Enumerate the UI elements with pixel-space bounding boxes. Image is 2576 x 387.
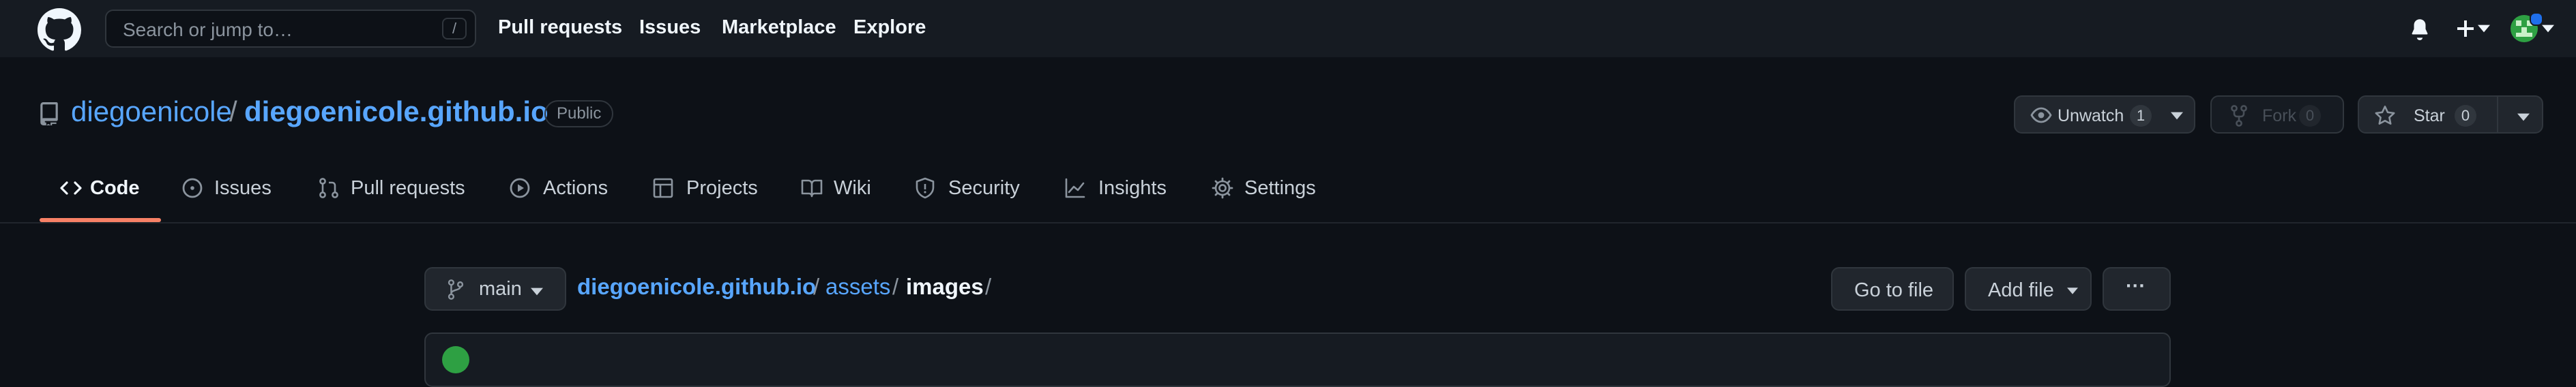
go-to-file-button[interactable]: Go to file: [1831, 267, 1954, 311]
go-to-file-label: Go to file: [1854, 279, 1934, 301]
latest-commit-box: [424, 332, 2171, 387]
breadcrumb-separator: /: [985, 274, 992, 299]
tab-insights-label: Insights: [1098, 177, 1167, 199]
branch-name: main: [479, 278, 522, 300]
global-header: Search or jump to… / Pull requests Issue…: [0, 0, 2576, 57]
fork-count: 0: [2299, 105, 2321, 127]
repo-owner-link[interactable]: diegoenicole: [71, 95, 232, 128]
repo-icon: [40, 102, 58, 125]
branch-caret-icon: [531, 288, 543, 296]
search-input[interactable]: Search or jump to… /: [105, 10, 476, 48]
pull-request-icon: [319, 178, 338, 198]
tab-security-label: Security: [948, 177, 1020, 199]
nav-issues[interactable]: Issues: [639, 16, 701, 39]
tab-code-label: Code: [90, 177, 140, 199]
breadcrumb-repo[interactable]: diegoenicole.github.io: [577, 274, 816, 300]
star-divider: [2497, 97, 2498, 132]
more-options-button[interactable]: ···: [2103, 267, 2171, 311]
commit-avatar: [442, 346, 469, 373]
nav-pull-requests[interactable]: Pull requests: [498, 16, 622, 39]
avatar-caret-icon[interactable]: [2542, 25, 2554, 33]
unwatch-button[interactable]: Unwatch 1: [2014, 95, 2195, 134]
unwatch-label: Unwatch: [2058, 106, 2124, 125]
star-count: 0: [2455, 105, 2476, 127]
github-logo-icon[interactable]: [38, 8, 81, 52]
book-icon: [801, 179, 823, 198]
issue-icon: [182, 178, 203, 198]
gear-icon: [1212, 177, 1233, 199]
tab-settings-label: Settings: [1244, 177, 1316, 199]
more-options-icon: ···: [2126, 275, 2146, 297]
breadcrumb-current-folder: images: [906, 274, 984, 299]
tab-wiki-label: Wiki: [834, 177, 871, 199]
tabs-divider: [0, 222, 2576, 223]
play-icon: [510, 178, 530, 198]
watch-caret-icon: [2171, 112, 2183, 120]
eye-icon: [2030, 107, 2052, 123]
breadcrumb-assets[interactable]: assets: [825, 274, 890, 300]
fork-button[interactable]: Fork 0: [2210, 95, 2344, 134]
notification-dot: [2530, 12, 2543, 26]
nav-marketplace[interactable]: Marketplace: [722, 16, 836, 39]
breadcrumb-separator: /: [813, 274, 820, 299]
add-file-button[interactable]: Add file: [1965, 267, 2092, 311]
visibility-badge: Public: [544, 100, 614, 127]
add-file-label: Add file: [1988, 279, 2054, 301]
tab-projects-label: Projects: [686, 177, 758, 199]
plus-caret-icon[interactable]: [2478, 25, 2490, 33]
nav-explore[interactable]: Explore: [853, 16, 926, 39]
graph-icon: [1065, 178, 1085, 198]
breadcrumb-separator: /: [892, 274, 899, 299]
fork-label: Fork: [2262, 106, 2296, 125]
star-label: Star: [2414, 106, 2445, 125]
search-placeholder: Search or jump to…: [123, 19, 293, 40]
plus-icon[interactable]: [2455, 18, 2476, 40]
repo-path-separator: /: [229, 95, 237, 127]
bell-icon[interactable]: [2408, 16, 2431, 41]
repo-name-link[interactable]: diegoenicole.github.io: [244, 95, 548, 128]
star-list-caret-icon[interactable]: [2517, 113, 2530, 121]
branch-selector[interactable]: main: [424, 267, 566, 311]
tab-actions-label: Actions: [543, 177, 609, 199]
shield-icon: [916, 177, 935, 199]
code-icon: [60, 181, 82, 195]
fork-icon: [2231, 105, 2247, 127]
watch-count: 1: [2130, 105, 2152, 127]
tab-issues-label: Issues: [214, 177, 272, 199]
branch-icon: [448, 279, 464, 300]
add-file-caret-icon: [2067, 288, 2078, 294]
star-button[interactable]: Star 0: [2358, 95, 2543, 134]
search-shortcut-key: /: [442, 18, 467, 40]
tab-pull-requests-label: Pull requests: [351, 177, 465, 199]
table-icon: [653, 178, 673, 198]
star-icon: [2375, 106, 2395, 125]
